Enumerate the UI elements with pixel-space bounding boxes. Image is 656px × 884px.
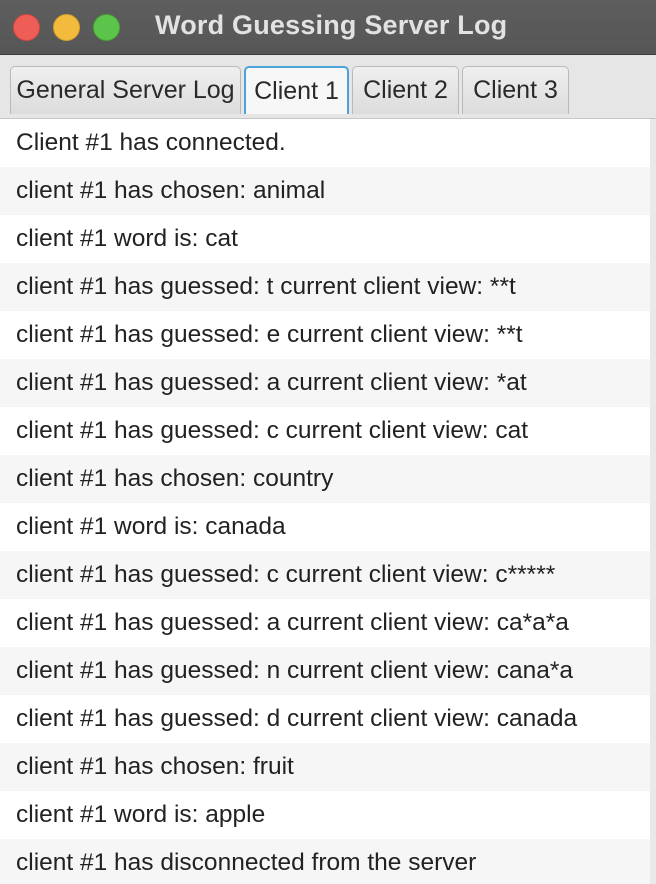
tab-bar: General Server Log Client 1 Client 2 Cli…: [0, 55, 656, 119]
list-item[interactable]: client #1 has guessed: a current client …: [0, 359, 650, 407]
tab-client-2[interactable]: Client 2: [352, 66, 459, 114]
list-item[interactable]: client #1 has guessed: d current client …: [0, 695, 650, 743]
list-item[interactable]: client #1 has chosen: fruit: [0, 743, 650, 791]
title-bar[interactable]: Word Guessing Server Log: [0, 0, 656, 55]
list-item[interactable]: client #1 has disconnected from the serv…: [0, 839, 650, 884]
app-window: Word Guessing Server Log General Server …: [0, 0, 656, 884]
minimize-window-button[interactable]: [53, 14, 80, 41]
list-item[interactable]: client #1 has guessed: a current client …: [0, 599, 650, 647]
list-right-edge: [650, 119, 656, 884]
list-item[interactable]: client #1 has guessed: n current client …: [0, 647, 650, 695]
close-window-button[interactable]: [13, 14, 40, 41]
list-item[interactable]: Client #1 has connected.: [0, 119, 650, 167]
maximize-window-button[interactable]: [93, 14, 120, 41]
window-title: Word Guessing Server Log: [155, 10, 508, 40]
list-item[interactable]: client #1 has guessed: c current client …: [0, 551, 650, 599]
client-log-list[interactable]: Client #1 has connected. client #1 has c…: [0, 119, 650, 884]
list-item[interactable]: client #1 word is: apple: [0, 791, 650, 839]
list-item[interactable]: client #1 word is: canada: [0, 503, 650, 551]
list-item[interactable]: client #1 has chosen: animal: [0, 167, 650, 215]
list-item[interactable]: client #1 has chosen: country: [0, 455, 650, 503]
list-item[interactable]: client #1 has guessed: c current client …: [0, 407, 650, 455]
list-item[interactable]: client #1 word is: cat: [0, 215, 650, 263]
list-item[interactable]: client #1 has guessed: e current client …: [0, 311, 650, 359]
tab-general-server-log[interactable]: General Server Log: [10, 66, 241, 114]
tab-client-1[interactable]: Client 1: [244, 66, 349, 114]
list-item[interactable]: client #1 has guessed: t current client …: [0, 263, 650, 311]
tab-client-3[interactable]: Client 3: [462, 66, 569, 114]
